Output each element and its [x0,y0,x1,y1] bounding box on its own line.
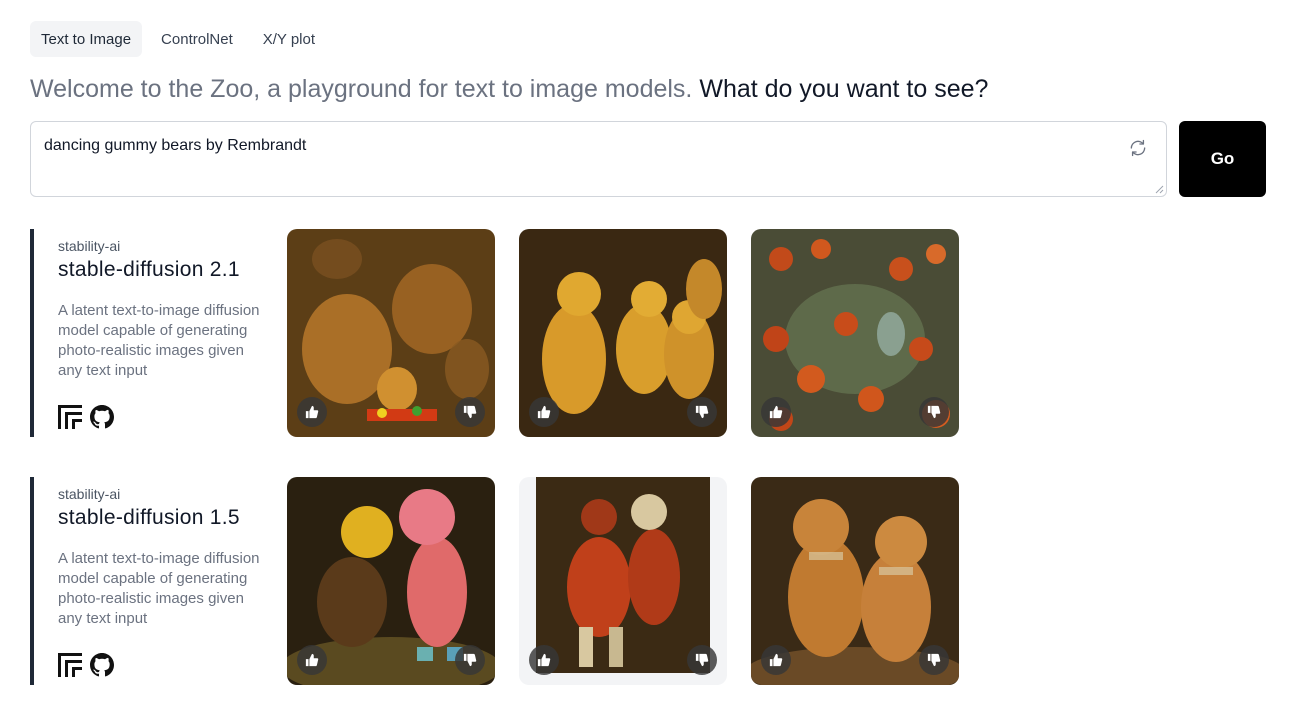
model-info: stability-ai stable-diffusion 2.1 A late… [30,229,270,437]
generated-image[interactable] [287,229,495,437]
model-name[interactable]: stable-diffusion 2.1 [58,258,240,282]
prompt-input[interactable]: dancing gummy bears by Rembrandt [30,121,1167,197]
thumbs-up-icon [769,653,783,667]
tab-text-to-image[interactable]: Text to Image [30,21,143,57]
tab-bar: Text to Image ControlNet X/Y plot [30,21,326,57]
model-links [58,405,114,429]
refresh-icon[interactable] [1128,138,1148,158]
thumbs-up-button[interactable] [297,397,327,427]
page-headline: Welcome to the Zoo, a playground for tex… [30,72,988,106]
generated-image[interactable] [519,229,727,437]
image-grid [287,229,959,437]
replicate-icon[interactable] [58,653,82,677]
thumbs-up-icon [305,653,319,667]
resize-handle-icon[interactable] [1154,184,1164,194]
tab-controlnet[interactable]: ControlNet [150,21,244,57]
headline-intro: Welcome to the Zoo, a playground for tex… [30,75,693,103]
thumbs-down-button[interactable] [919,397,949,427]
thumbs-up-button[interactable] [761,397,791,427]
thumbs-down-button[interactable] [919,645,949,675]
model-name[interactable]: stable-diffusion 1.5 [58,506,240,530]
thumbs-down-icon [463,405,477,419]
model-org: stability-ai [58,486,121,502]
model-description: A latent text-to-image diffusion model c… [58,302,260,379]
thumbs-up-button[interactable] [529,397,559,427]
thumbs-down-icon [695,405,709,419]
thumbs-up-button[interactable] [761,645,791,675]
model-org: stability-ai [58,238,121,254]
thumbs-up-icon [769,405,783,419]
replicate-icon[interactable] [58,405,82,429]
generated-image[interactable] [519,477,727,685]
model-section: stability-ai stable-diffusion 2.1 A late… [30,229,1270,437]
thumbs-down-icon [927,405,941,419]
model-description: A latent text-to-image diffusion model c… [58,550,260,627]
page: Text to Image ControlNet X/Y plot Welcom… [0,0,1311,728]
thumbs-down-icon [463,653,477,667]
tab-xy-plot[interactable]: X/Y plot [252,21,326,57]
thumbs-down-icon [695,653,709,667]
thumbs-up-button[interactable] [297,645,327,675]
thumbs-up-icon [537,405,551,419]
model-section: stability-ai stable-diffusion 1.5 A late… [30,477,1270,685]
thumbs-up-icon [305,405,319,419]
headline-question: What do you want to see? [699,75,989,103]
thumbs-down-button[interactable] [455,397,485,427]
thumbs-down-icon [927,653,941,667]
generated-image[interactable] [751,229,959,437]
prompt-text[interactable]: dancing gummy bears by Rembrandt [44,137,306,155]
model-info: stability-ai stable-diffusion 1.5 A late… [30,477,270,685]
github-icon[interactable] [90,405,114,429]
thumbs-up-button[interactable] [529,645,559,675]
go-button[interactable]: Go [1179,121,1266,197]
thumbs-down-button[interactable] [455,645,485,675]
image-grid [287,477,959,685]
github-icon[interactable] [90,653,114,677]
generated-image[interactable] [751,477,959,685]
model-links [58,653,114,677]
thumbs-up-icon [537,653,551,667]
thumbs-down-button[interactable] [687,645,717,675]
thumbs-down-button[interactable] [687,397,717,427]
generated-image[interactable] [287,477,495,685]
